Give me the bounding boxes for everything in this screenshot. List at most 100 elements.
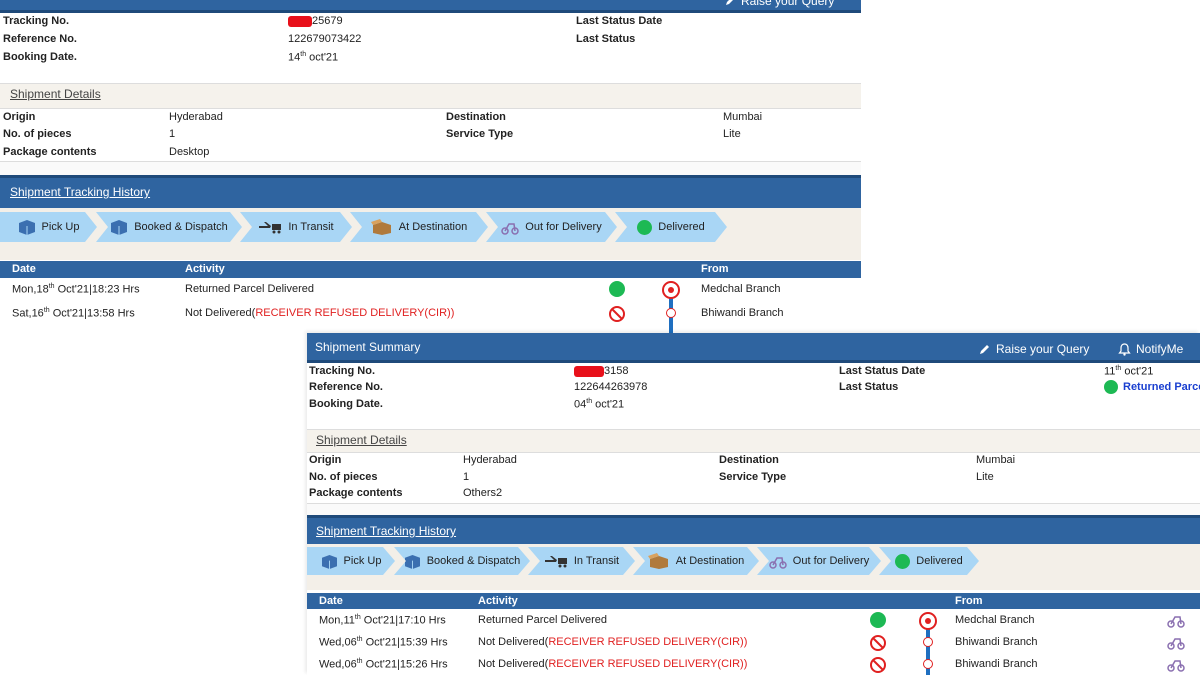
step-delivered[interactable]: Delivered [615,212,727,242]
step-booked-dispatch[interactable]: Booked & Dispatch [394,547,530,575]
table-row: Sat,16th Oct'21|13:58 Hrs Not Delivered(… [0,306,861,328]
step-out-for-delivery[interactable]: Out for Delivery [486,212,617,242]
step-in-transit[interactable]: In Transit [240,212,352,242]
plane-truck-icon [544,554,568,568]
origin-label: Origin [3,111,36,123]
box-icon [18,219,36,235]
shipment-details-link[interactable]: Shipment Details [316,433,407,447]
step-at-destination[interactable]: At Destination [633,547,759,575]
tracking-history-header: Shipment Tracking History [307,515,1200,546]
reference-value: 122679073422 [288,33,362,45]
origin-value: Hyderabad [169,111,223,123]
summary-title: Shipment Summary [315,340,421,354]
last-status-label: Last Status [839,381,899,393]
refused-icon [870,657,886,673]
step-pick-up[interactable]: Pick Up [307,547,395,575]
pieces-label: No. of pieces [309,471,378,483]
scooter-icon [1167,660,1185,672]
tracking-history-link[interactable]: Shipment Tracking History [10,185,150,199]
timeline-current-icon [919,612,937,630]
green-dot-icon [895,554,910,569]
row-date: Wed,06th Oct'21|15:39 Hrs [319,636,448,649]
step-in-transit[interactable]: In Transit [528,547,635,575]
last-status-value: Returned Parcel [1104,380,1200,394]
raise-query-label: Raise your Query [996,342,1090,356]
tracking-history-link[interactable]: Shipment Tracking History [316,524,456,538]
last-status-date-value: 11th oct'21 [1104,365,1154,378]
col-date: Date [319,595,343,607]
delivered-status-icon [609,281,625,297]
summary-header-2: Shipment Summary Raise your Query Notify… [307,333,1200,363]
contents-value: Desktop [169,146,210,158]
row-activity: Not Delivered(RECEIVER REFUSED DELIVERY(… [478,658,748,670]
step-pick-up[interactable]: Pick Up [0,212,97,242]
shipment-details-band: Shipment Details [0,83,861,109]
tracking-steps: Pick Up Booked & Dispatch In Transit At … [307,544,1200,590]
table-row: Mon,11th Oct'21|17:10 Hrs Returned Parce… [307,612,1200,635]
origin-label: Origin [309,454,342,466]
raise-query-label: Raise your Query [741,0,835,8]
pieces-label: No. of pieces [3,128,72,140]
col-activity: Activity [478,595,518,607]
tracking-value: 3158 [574,365,628,377]
shipment-details-link[interactable]: Shipment Details [10,87,101,101]
col-from: From [955,595,983,607]
tracking-number: 3158 [604,365,629,377]
timeline-node-icon [923,637,933,647]
pieces-value: 1 [169,128,176,140]
tracking-value: 25679 [288,15,343,27]
booking-value: 14th oct'21 [288,51,339,64]
raise-query-link-1[interactable]: Raise your Query [724,0,834,8]
redaction-mark [288,15,312,27]
booking-value: 04th oct'21 [574,398,625,411]
tracking-steps: Pick Up Booked & Dispatch In Transit At … [0,208,861,260]
green-dot-icon [637,220,652,235]
tracking-label: Tracking No. [3,15,70,27]
last-status-date-label: Last Status Date [839,365,926,377]
notify-label: NotifyMe [1136,342,1184,356]
row-from: Bhiwandi Branch [701,307,784,319]
table-row: Mon,18th Oct'21|18:23 Hrs Returned Parce… [0,281,861,304]
reference-label: Reference No. [309,381,383,393]
destination-value: Mumbai [723,111,763,123]
delivered-status-icon [870,612,886,628]
open-box-icon [648,553,670,569]
origin-value: Hyderabad [463,454,517,466]
shipment-panel-1: Raise your Query Tracking No. 25679 Refe… [0,0,861,333]
notify-me-link[interactable]: NotifyMe [1118,342,1183,356]
last-status-label: Last Status [576,33,636,45]
row-date: Mon,11th Oct'21|17:10 Hrs [319,614,446,627]
pieces-value: 1 [463,471,470,483]
destination-label: Destination [719,454,779,466]
row-from: Bhiwandi Branch [955,658,1038,670]
row-from: Medchal Branch [955,614,1035,626]
timeline-node-icon [923,659,933,669]
tracking-label: Tracking No. [309,365,376,377]
timeline-node-icon [666,308,676,318]
scooter-icon [501,219,519,235]
service-value: Lite [976,471,994,483]
redaction-mark [574,365,604,377]
green-dot-icon [1104,380,1118,394]
raise-query-link-2[interactable]: Raise your Query [979,342,1089,356]
table-row: Wed,06th Oct'21|15:39 Hrs Not Delivered(… [307,635,1200,657]
scooter-icon [769,553,787,569]
service-value: Lite [723,128,741,140]
box-icon [404,554,421,569]
row-activity: Not Delivered(RECEIVER REFUSED DELIVERY(… [478,636,748,648]
service-label: Service Type [446,128,514,140]
step-out-for-delivery[interactable]: Out for Delivery [757,547,881,575]
row-from: Medchal Branch [701,283,781,295]
plane-truck-icon [258,220,282,234]
col-from: From [701,263,729,275]
reference-label: Reference No. [3,33,77,45]
open-box-icon [371,219,393,235]
booking-label: Booking Date. [3,51,77,63]
step-booked-dispatch[interactable]: Booked & Dispatch [96,212,242,242]
row-activity: Not Delivered(RECEIVER REFUSED DELIVERY(… [185,307,455,319]
step-delivered[interactable]: Delivered [879,547,979,575]
tracking-number: 25679 [312,15,343,27]
table-row: Wed,06th Oct'21|15:26 Hrs Not Delivered(… [307,657,1200,675]
step-at-destination[interactable]: At Destination [350,212,488,242]
booking-label: Booking Date. [309,398,383,410]
